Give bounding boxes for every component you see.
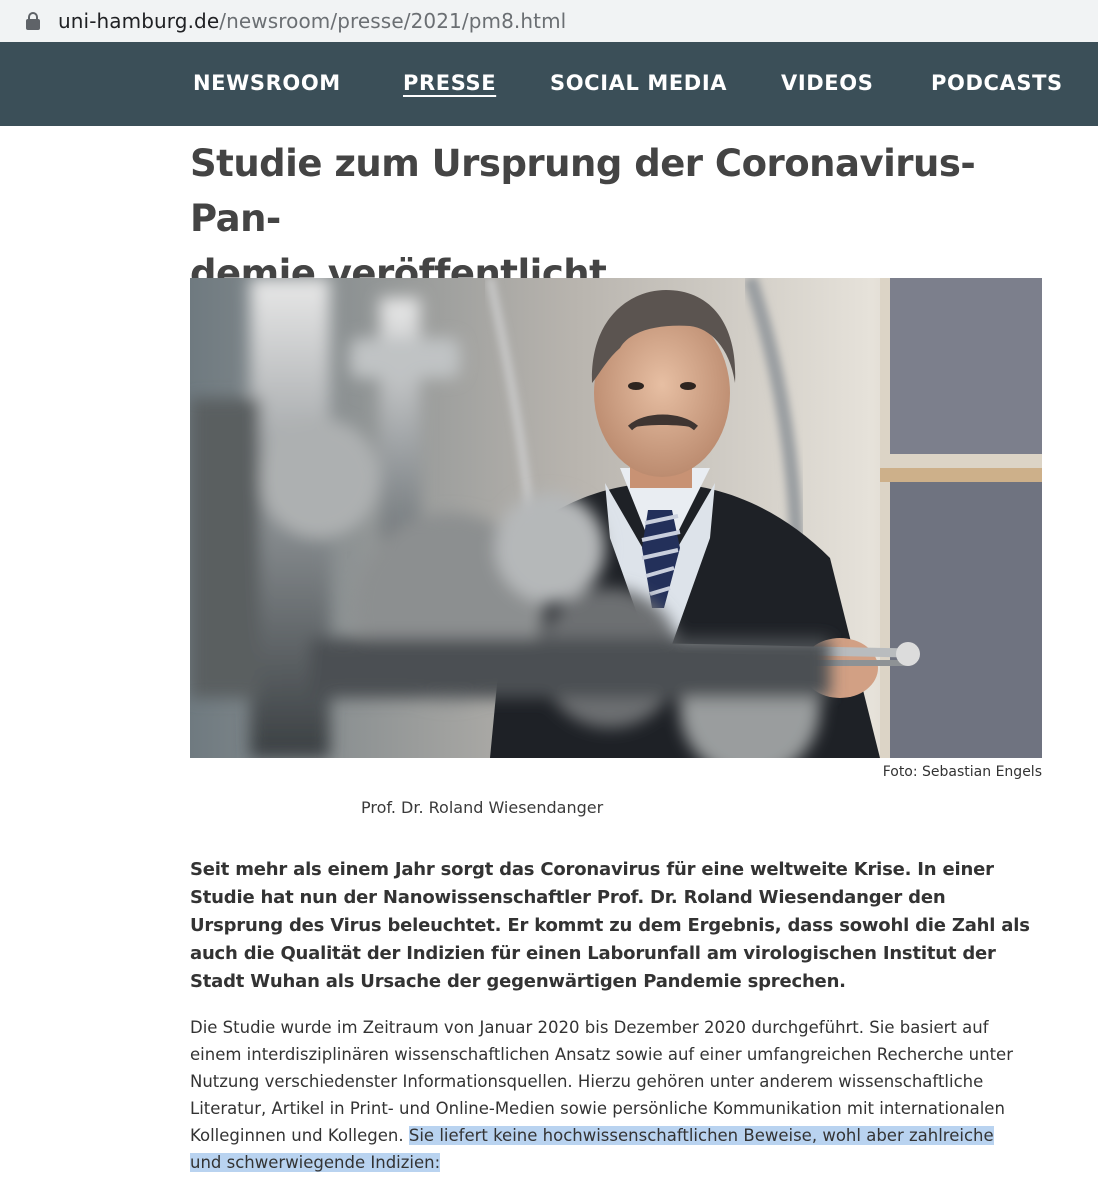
photo-illustration [190, 278, 1042, 758]
lock-icon [26, 12, 40, 30]
url-path: /newsroom/presse/2021/pm8.html [219, 9, 567, 33]
lead-paragraph: Seit mehr als einem Jahr sorgt das Coron… [190, 859, 1030, 992]
url-host: uni-hamburg.de [58, 9, 220, 33]
page-title: Studie zum Ursprung der Coronavirus-Pan-… [190, 136, 1040, 301]
address-bar[interactable]: uni-hamburg.de/newsroom/presse/2021/pm8.… [0, 0, 1098, 42]
nav-item-presse[interactable]: PRESSE [403, 71, 496, 95]
url-text[interactable]: uni-hamburg.de/newsroom/presse/2021/pm8.… [58, 9, 566, 33]
nav-item-newsroom[interactable]: NEWSROOM [193, 71, 341, 95]
nav-item-social-media[interactable]: SOCIAL MEDIA [550, 71, 727, 95]
photo-credit: Foto: Sebastian Engels [882, 764, 1042, 780]
main-nav: NEWSROOM PRESSE SOCIAL MEDIA VIDEOS PODC… [0, 42, 1098, 126]
photo-caption: Prof. Dr. Roland Wiesendanger [361, 798, 604, 817]
article-photo [190, 278, 1042, 758]
body-paragraph: Die Studie wurde im Zeitraum von Januar … [190, 1014, 1020, 1176]
nav-item-videos[interactable]: VIDEOS [781, 71, 873, 95]
headline-line-1: Studie zum Ursprung der Coronavirus-Pan- [190, 142, 976, 240]
nav-item-podcasts[interactable]: PODCASTS [931, 71, 1063, 95]
